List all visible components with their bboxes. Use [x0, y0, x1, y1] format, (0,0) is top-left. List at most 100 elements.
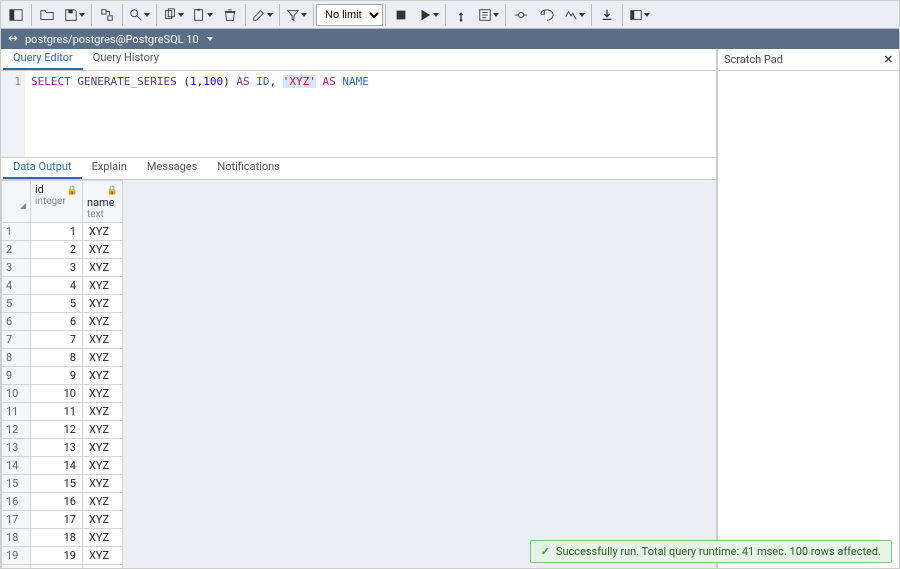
- row-header[interactable]: 17: [2, 511, 31, 529]
- cell-id[interactable]: 5: [31, 295, 83, 313]
- cell-name[interactable]: XYZ: [83, 403, 123, 421]
- stop-button[interactable]: [388, 3, 414, 27]
- cell-id[interactable]: 15: [31, 475, 83, 493]
- row-header[interactable]: 13: [2, 439, 31, 457]
- row-limit-select[interactable]: No limit: [316, 4, 383, 26]
- cell-name[interactable]: XYZ: [83, 493, 123, 511]
- cell-id[interactable]: 8: [31, 349, 83, 367]
- find-replace-button[interactable]: [94, 3, 120, 27]
- cell-name[interactable]: XYZ: [83, 331, 123, 349]
- cell-name[interactable]: XYZ: [83, 421, 123, 439]
- grid-corner[interactable]: [2, 181, 31, 223]
- table-row[interactable]: 1919XYZ: [2, 547, 123, 565]
- filter-button[interactable]: [282, 3, 311, 27]
- cell-name[interactable]: XYZ: [83, 295, 123, 313]
- cell-id[interactable]: 7: [31, 331, 83, 349]
- cell-name[interactable]: XYZ: [83, 529, 123, 547]
- cell-id[interactable]: 2: [31, 241, 83, 259]
- code-editor[interactable]: 1 SELECT GENERATE_SERIES (1,100) AS ID, …: [1, 71, 716, 158]
- cell-name[interactable]: XYZ: [83, 259, 123, 277]
- cell-id[interactable]: 18: [31, 529, 83, 547]
- table-row[interactable]: 1616XYZ: [2, 493, 123, 511]
- table-row[interactable]: 99XYZ: [2, 367, 123, 385]
- cell-id[interactable]: 11: [31, 403, 83, 421]
- rollback-button[interactable]: [534, 3, 560, 27]
- tab-explain[interactable]: Explain: [82, 157, 137, 179]
- edit-button[interactable]: [248, 3, 277, 27]
- table-row[interactable]: 44XYZ: [2, 277, 123, 295]
- cell-id[interactable]: 6: [31, 313, 83, 331]
- table-row[interactable]: 11XYZ: [2, 223, 123, 241]
- row-header[interactable]: 3: [2, 259, 31, 277]
- table-row[interactable]: 1111XYZ: [2, 403, 123, 421]
- table-row[interactable]: 1515XYZ: [2, 475, 123, 493]
- cell-id[interactable]: 1: [31, 223, 83, 241]
- row-header[interactable]: 16: [2, 493, 31, 511]
- explain-analyze-button[interactable]: [474, 3, 503, 27]
- table-row[interactable]: 1313XYZ: [2, 439, 123, 457]
- table-row[interactable]: 1010XYZ: [2, 385, 123, 403]
- open-file-button[interactable]: [34, 3, 60, 27]
- table-row[interactable]: 33XYZ: [2, 259, 123, 277]
- row-header[interactable]: 14: [2, 457, 31, 475]
- column-header-id[interactable]: 🔒 id integer: [31, 181, 83, 223]
- column-header-name[interactable]: 🔒 name text: [83, 181, 123, 223]
- table-row[interactable]: 1717XYZ: [2, 511, 123, 529]
- search-button[interactable]: [125, 3, 154, 27]
- row-header[interactable]: 11: [2, 403, 31, 421]
- row-header[interactable]: 1: [2, 223, 31, 241]
- table-row[interactable]: 22XYZ: [2, 241, 123, 259]
- cell-id[interactable]: 20: [31, 565, 83, 569]
- cell-id[interactable]: 14: [31, 457, 83, 475]
- cell-name[interactable]: XYZ: [83, 547, 123, 565]
- row-header[interactable]: 4: [2, 277, 31, 295]
- cell-id[interactable]: 12: [31, 421, 83, 439]
- cell-name[interactable]: XYZ: [83, 349, 123, 367]
- cell-name[interactable]: XYZ: [83, 439, 123, 457]
- delete-row-button[interactable]: [217, 3, 243, 27]
- table-row[interactable]: 55XYZ: [2, 295, 123, 313]
- row-header[interactable]: 5: [2, 295, 31, 313]
- row-header[interactable]: 9: [2, 367, 31, 385]
- copy-button[interactable]: [159, 3, 188, 27]
- table-row[interactable]: 77XYZ: [2, 331, 123, 349]
- cell-name[interactable]: XYZ: [83, 313, 123, 331]
- table-row[interactable]: 2020XYZ: [2, 565, 123, 569]
- cell-id[interactable]: 17: [31, 511, 83, 529]
- table-row[interactable]: 1818XYZ: [2, 529, 123, 547]
- result-grid-wrap[interactable]: 🔒 id integer 🔒 name text 11XYZ22XYZ33XYZ…: [1, 180, 716, 568]
- tab-notifications[interactable]: Notifications: [207, 157, 290, 179]
- chevron-down-icon[interactable]: [207, 37, 213, 41]
- table-row[interactable]: 66XYZ: [2, 313, 123, 331]
- row-header[interactable]: 15: [2, 475, 31, 493]
- commit-button[interactable]: [508, 3, 534, 27]
- row-header[interactable]: 20: [2, 565, 31, 569]
- cell-name[interactable]: XYZ: [83, 457, 123, 475]
- editor-content[interactable]: SELECT GENERATE_SERIES (1,100) AS ID, 'X…: [25, 71, 716, 157]
- close-icon[interactable]: ✕: [884, 53, 893, 66]
- table-row[interactable]: 88XYZ: [2, 349, 123, 367]
- tab-data-output[interactable]: Data Output: [3, 157, 82, 179]
- cell-name[interactable]: XYZ: [83, 475, 123, 493]
- row-header[interactable]: 19: [2, 547, 31, 565]
- reconnect-icon[interactable]: [7, 33, 19, 45]
- row-header[interactable]: 2: [2, 241, 31, 259]
- cell-id[interactable]: 10: [31, 385, 83, 403]
- table-row[interactable]: 1212XYZ: [2, 421, 123, 439]
- tab-messages[interactable]: Messages: [137, 157, 207, 179]
- row-header[interactable]: 10: [2, 385, 31, 403]
- row-header[interactable]: 18: [2, 529, 31, 547]
- auto-commit-button[interactable]: [560, 3, 589, 27]
- cell-name[interactable]: XYZ: [83, 565, 123, 569]
- row-header[interactable]: 12: [2, 421, 31, 439]
- table-row[interactable]: 1414XYZ: [2, 457, 123, 475]
- macros-button[interactable]: [625, 3, 654, 27]
- cell-name[interactable]: XYZ: [83, 223, 123, 241]
- tab-query-history[interactable]: Query History: [83, 48, 169, 70]
- explain-button[interactable]: [448, 3, 474, 27]
- cell-id[interactable]: 3: [31, 259, 83, 277]
- row-header[interactable]: 6: [2, 313, 31, 331]
- save-file-button[interactable]: [60, 3, 89, 27]
- execute-button[interactable]: [414, 3, 443, 27]
- cell-name[interactable]: XYZ: [83, 277, 123, 295]
